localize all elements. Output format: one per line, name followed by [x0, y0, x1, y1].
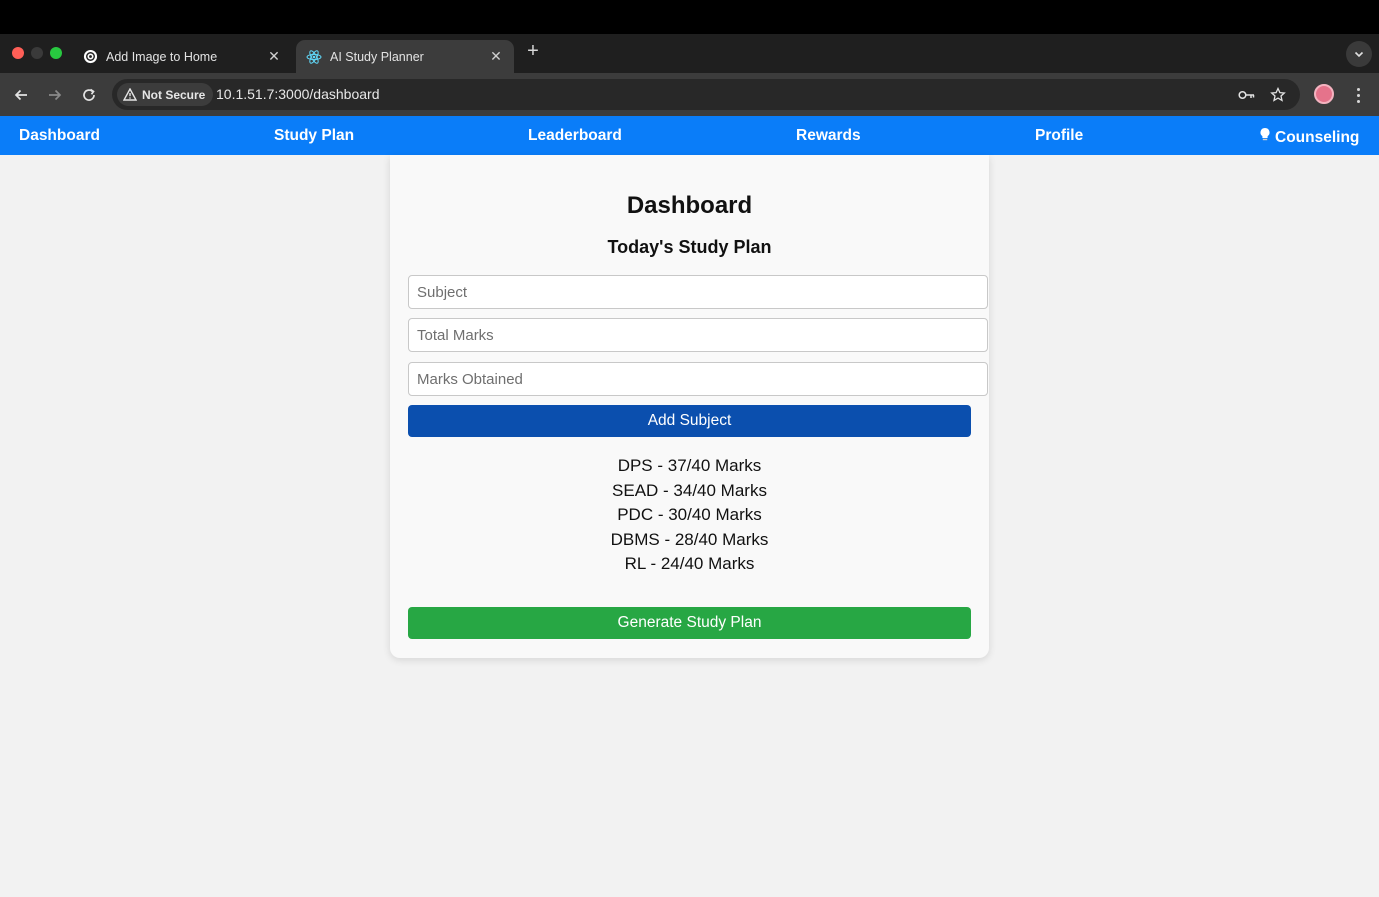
bookmark-star-icon[interactable] [1268, 85, 1288, 105]
tab-search-chevron-icon[interactable] [1346, 41, 1372, 67]
app-navbar: Dashboard Study Plan Leaderboard Rewards… [0, 116, 1379, 155]
nav-counseling-label: Counseling [1275, 129, 1360, 146]
subject-input[interactable] [408, 275, 988, 309]
browser-toolbar: Not Secure 10.1.51.7:3000/dashboard [0, 73, 1379, 116]
browser-menu-icon[interactable] [1349, 84, 1367, 106]
close-window-button[interactable] [12, 47, 24, 59]
nav-dashboard[interactable]: Dashboard [19, 127, 100, 145]
nav-leaderboard[interactable]: Leaderboard [528, 127, 622, 145]
profile-avatar[interactable] [1314, 84, 1334, 104]
dashboard-card: Dashboard Today's Study Plan Add Subject… [390, 155, 989, 658]
add-subject-button[interactable]: Add Subject [408, 405, 971, 437]
reload-icon[interactable] [78, 84, 100, 106]
marks-obtained-input[interactable] [408, 362, 988, 396]
list-item: DBMS - 28/40 Marks [610, 529, 769, 549]
security-indicator[interactable]: Not Secure [117, 83, 214, 106]
close-tab-icon[interactable]: ✕ [266, 48, 282, 65]
address-bar[interactable]: Not Secure 10.1.51.7:3000/dashboard [112, 79, 1300, 110]
forward-arrow-icon[interactable] [44, 84, 66, 106]
nav-counseling[interactable]: Counseling [1259, 127, 1359, 147]
openai-icon [82, 49, 98, 65]
url-text[interactable]: 10.1.51.7:3000/dashboard [216, 86, 379, 102]
back-arrow-icon[interactable] [10, 84, 32, 106]
nav-rewards[interactable]: Rewards [796, 127, 861, 145]
browser-tab-active[interactable]: AI Study Planner ✕ [296, 40, 514, 73]
lightbulb-icon [1259, 127, 1271, 147]
window-top-strip [0, 0, 1379, 34]
close-tab-icon[interactable]: ✕ [488, 48, 504, 65]
section-title: Today's Study Plan [607, 237, 772, 257]
list-item: SEAD - 34/40 Marks [612, 480, 767, 500]
nav-profile[interactable]: Profile [1035, 127, 1083, 145]
tab-bar: Add Image to Home ✕ AI Study Planner ✕ + [0, 34, 1379, 73]
react-icon [306, 49, 322, 65]
security-label: Not Secure [142, 87, 206, 102]
maximize-window-button[interactable] [50, 47, 62, 59]
new-tab-plus-icon[interactable]: + [522, 40, 544, 62]
nav-study-plan[interactable]: Study Plan [274, 127, 354, 145]
total-marks-input[interactable] [408, 318, 988, 352]
browser-tab-inactive[interactable]: Add Image to Home ✕ [72, 40, 292, 73]
tab-title: AI Study Planner [330, 49, 424, 64]
tab-title: Add Image to Home [106, 49, 218, 64]
minimize-window-button[interactable] [31, 47, 43, 59]
subject-list: DPS - 37/40 Marks SEAD - 34/40 Marks PDC… [390, 454, 989, 577]
generate-study-plan-button[interactable]: Generate Study Plan [408, 607, 971, 639]
list-item: RL - 24/40 Marks [624, 554, 755, 573]
password-key-icon[interactable] [1237, 85, 1257, 105]
warning-triangle-icon [123, 88, 137, 101]
page-title: Dashboard [626, 192, 753, 219]
list-item: DPS - 37/40 Marks [617, 456, 762, 475]
list-item: PDC - 30/40 Marks [617, 505, 762, 524]
